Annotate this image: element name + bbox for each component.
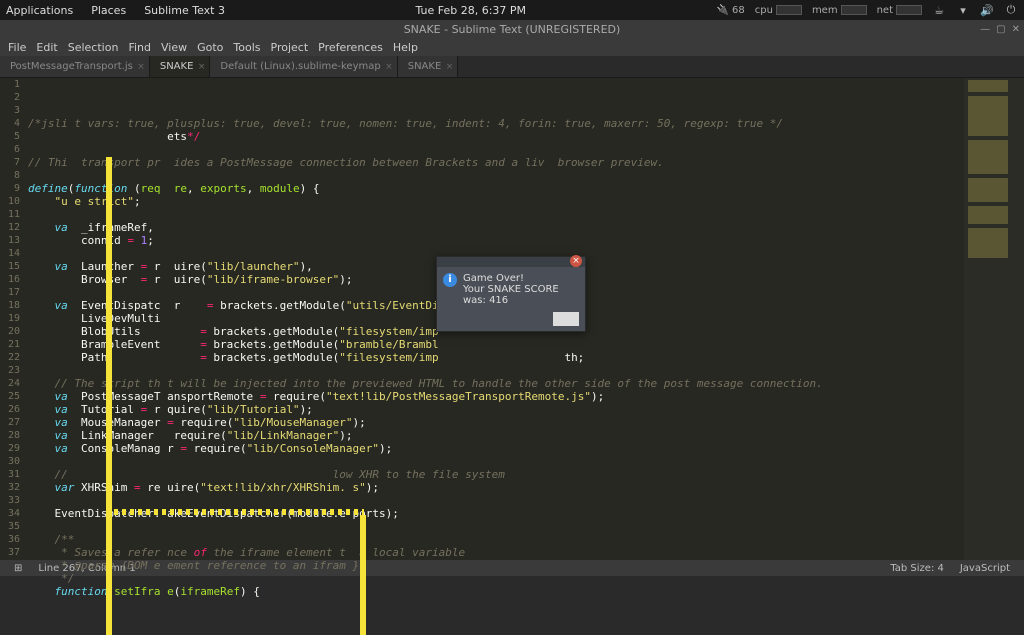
code-line[interactable] (28, 520, 964, 533)
code-line[interactable]: va _iframeRef, (28, 221, 964, 234)
tab-0[interactable]: PostMessageTransport.js× (0, 56, 150, 77)
tray-power-icon[interactable]: ⏻ (1004, 3, 1018, 17)
code-line[interactable] (28, 208, 964, 221)
tray-volume-icon[interactable]: 🔊 (980, 3, 994, 17)
menu-preferences[interactable]: Preferences (314, 41, 387, 54)
code-line[interactable]: */ (28, 572, 964, 585)
net-indicator: net (877, 5, 922, 16)
code-line[interactable]: // low XHR to the file system (28, 468, 964, 481)
code-line[interactable]: ets*/ (28, 130, 964, 143)
code-line[interactable]: va LinkManager require("lib/LinkManager"… (28, 429, 964, 442)
tab-bar: PostMessageTransport.js×SNAKE×Default (L… (0, 56, 1024, 78)
status-sidebar-toggle[interactable]: ⊞ (6, 563, 30, 574)
battery-indicator[interactable]: 🔌 68 (717, 5, 745, 16)
game-over-dialog: × i Game Over! Your SNAKE SCORE was: 416 (436, 256, 586, 332)
system-topbar: Applications Places Sublime Text 3 Tue F… (0, 0, 1024, 20)
code-line[interactable]: va Tutorial = r quire("lib/Tutorial"); (28, 403, 964, 416)
minimap[interactable] (964, 78, 1024, 560)
code-line[interactable]: va ConsoleManag r = require("lib/Console… (28, 442, 964, 455)
tab-1[interactable]: SNAKE× (150, 56, 211, 77)
tray-cup-icon[interactable]: ☕ (932, 3, 946, 17)
dialog-title: Game Over! (463, 273, 579, 284)
tab-close-icon[interactable]: × (198, 62, 206, 72)
menu-applications[interactable]: Applications (6, 4, 73, 17)
tab-3[interactable]: SNAKE× (398, 56, 459, 77)
menu-file[interactable]: File (4, 41, 30, 54)
code-line[interactable] (28, 364, 964, 377)
menu-places[interactable]: Places (91, 4, 126, 17)
tab-2[interactable]: Default (Linux).sublime-keymap× (210, 56, 397, 77)
code-line[interactable]: /** (28, 533, 964, 546)
menu-edit[interactable]: Edit (32, 41, 61, 54)
window-titlebar: SNAKE - Sublime Text (UNREGISTERED) — ▢ … (0, 20, 1024, 38)
code-line[interactable]: va MouseManager = require("lib/MouseMana… (28, 416, 964, 429)
window-minimize[interactable]: — (980, 24, 990, 35)
code-line[interactable]: connId = 1; (28, 234, 964, 247)
tray-network-icon[interactable]: ▾ (956, 3, 970, 17)
menu-project[interactable]: Project (267, 41, 313, 54)
tab-close-icon[interactable]: × (385, 62, 393, 72)
code-line[interactable]: define(function (req re, exports, module… (28, 182, 964, 195)
code-line[interactable]: // The script th t will be injected into… (28, 377, 964, 390)
window-title: SNAKE - Sublime Text (UNREGISTERED) (404, 23, 621, 36)
code-line[interactable]: BrambleEvent = brackets.getModule("bramb… (28, 338, 964, 351)
snake-body (114, 509, 364, 515)
menu-selection[interactable]: Selection (64, 41, 123, 54)
line-gutter: 1234567891011121314151617181920212223242… (0, 78, 28, 560)
clock[interactable]: Tue Feb 28, 6:37 PM (225, 4, 717, 17)
window-maximize[interactable]: ▢ (996, 24, 1005, 35)
menu-view[interactable]: View (157, 41, 191, 54)
dialog-message: Your SNAKE SCORE was: 416 (463, 284, 579, 306)
app-menubar: FileEditSelectionFindViewGotoToolsProjec… (0, 38, 1024, 56)
code-line[interactable] (28, 169, 964, 182)
menu-active-app[interactable]: Sublime Text 3 (144, 4, 225, 17)
menu-find[interactable]: Find (124, 41, 155, 54)
dialog-close-icon[interactable]: × (570, 255, 582, 267)
dialog-ok-button[interactable] (553, 312, 579, 326)
window-close[interactable]: ✕ (1012, 24, 1020, 35)
snake-body (106, 157, 112, 635)
snake-body (360, 515, 366, 635)
code-line[interactable] (28, 494, 964, 507)
menu-goto[interactable]: Goto (193, 41, 227, 54)
code-line[interactable] (28, 143, 964, 156)
code-line[interactable]: * Saves a refer nce of the iframe elemen… (28, 546, 964, 559)
cpu-indicator: cpu (755, 5, 802, 16)
code-line[interactable]: // Thi transport pr ides a PostMessage c… (28, 156, 964, 169)
code-line[interactable]: "u e strict"; (28, 195, 964, 208)
info-icon: i (443, 273, 457, 287)
code-line[interactable] (28, 455, 964, 468)
menu-tools[interactable]: Tools (229, 41, 264, 54)
code-line[interactable]: va PostMessageT ansportRemote = require(… (28, 390, 964, 403)
tab-close-icon[interactable]: × (446, 62, 454, 72)
code-line[interactable]: var XHRShim = re uire("text!lib/xhr/XHRS… (28, 481, 964, 494)
code-line[interactable]: function setIfra e(iframeRef) { (28, 585, 964, 598)
tab-close-icon[interactable]: × (137, 62, 145, 72)
code-line[interactable]: * @param {DOM e ement reference to an if… (28, 559, 964, 572)
mem-indicator: mem (812, 5, 867, 16)
code-line[interactable]: /*jsli t vars: true, plusplus: true, dev… (28, 117, 964, 130)
code-line[interactable]: Path = brackets.getModule("filesystem/im… (28, 351, 964, 364)
menu-help[interactable]: Help (389, 41, 422, 54)
